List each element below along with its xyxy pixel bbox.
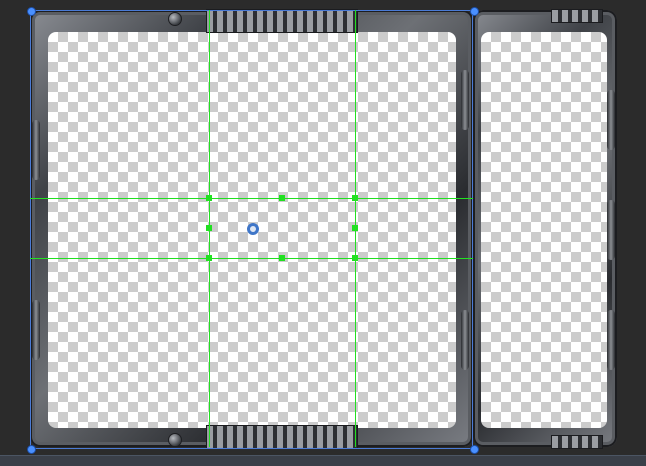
- status-strip: [0, 455, 646, 466]
- frame-grip-bottom: [551, 435, 603, 449]
- sprite-canvas[interactable]: [0, 0, 646, 455]
- slice-handle-icon[interactable]: [206, 255, 212, 261]
- slice-handle-icon[interactable]: [279, 255, 285, 261]
- slice-handle-icon[interactable]: [352, 225, 358, 231]
- slice-handle-icon[interactable]: [206, 195, 212, 201]
- frame-grip-top: [551, 9, 603, 23]
- resize-handle-icon[interactable]: [470, 7, 479, 16]
- slice-guide-top[interactable]: [30, 198, 473, 199]
- slice-handle-icon[interactable]: [279, 195, 285, 201]
- side-decoration: [607, 200, 615, 260]
- resize-handle-icon[interactable]: [470, 445, 479, 454]
- slice-guide-bottom[interactable]: [30, 258, 473, 259]
- sprite-frame-right[interactable]: [473, 9, 617, 449]
- slice-handle-icon[interactable]: [352, 255, 358, 261]
- pivot-icon[interactable]: [247, 223, 259, 235]
- resize-handle-icon[interactable]: [27, 7, 36, 16]
- slice-handle-icon[interactable]: [352, 195, 358, 201]
- side-decoration: [607, 310, 615, 370]
- slice-handle-icon[interactable]: [206, 225, 212, 231]
- transparent-area: [481, 32, 607, 428]
- side-decoration: [607, 90, 615, 150]
- resize-handle-icon[interactable]: [27, 445, 36, 454]
